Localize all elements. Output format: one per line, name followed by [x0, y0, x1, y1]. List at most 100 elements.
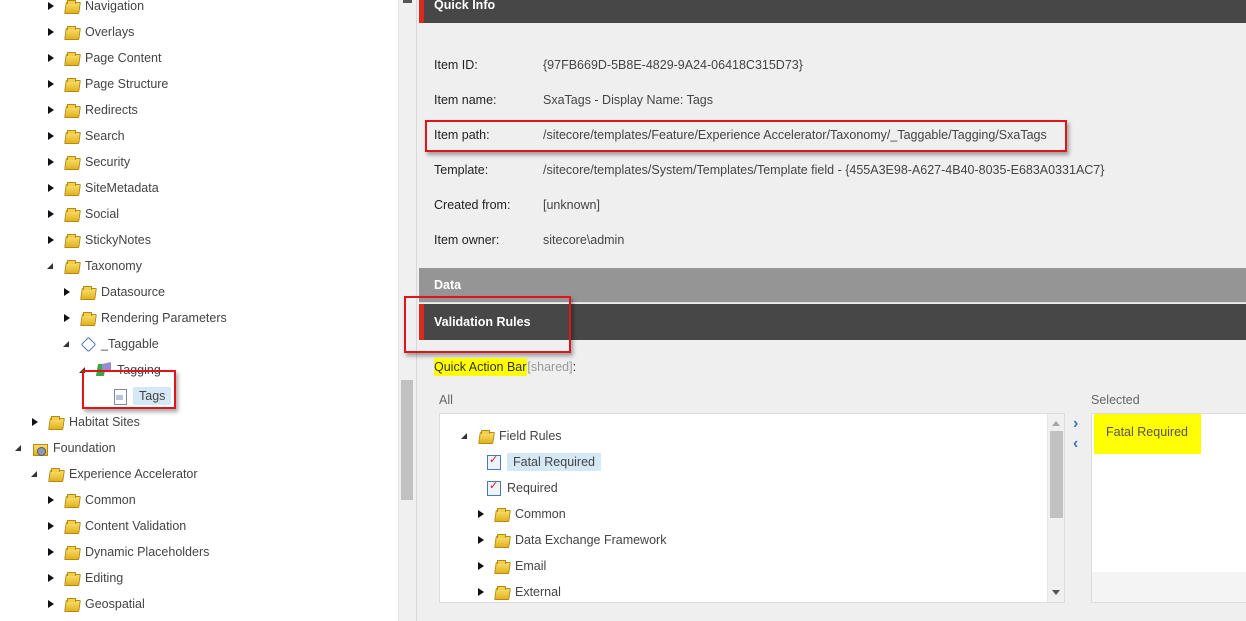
collapsed-arrow-icon[interactable]: [46, 105, 56, 115]
info-row-template: Template: /sitecore/templates/System/Tem…: [434, 161, 1104, 179]
collapsed-arrow-icon[interactable]: [46, 599, 56, 609]
expanded-arrow-icon[interactable]: [14, 443, 24, 453]
collapsed-arrow-icon[interactable]: [46, 53, 56, 63]
tree-node[interactable]: Security: [46, 152, 130, 172]
tree-node[interactable]: Social: [46, 204, 119, 224]
expanded-arrow-icon[interactable]: [78, 365, 88, 375]
scroll-up-arrow-icon[interactable]: [403, 0, 412, 3]
collapsed-arrow-icon[interactable]: [46, 573, 56, 583]
all-rules-treelist[interactable]: Field Rules Fatal Required Required Common D…: [439, 413, 1065, 603]
collapsed-arrow-icon[interactable]: [46, 131, 56, 141]
quick-info-section-header[interactable]: Quick Info: [419, 0, 1246, 23]
rule-label: Required: [507, 481, 558, 495]
tree-node[interactable]: Datasource: [62, 282, 165, 302]
collapsed-arrow-icon[interactable]: [30, 417, 40, 427]
tree-node[interactable]: Foundation: [14, 438, 116, 458]
tree-node[interactable]: Page Structure: [46, 74, 168, 94]
validation-rules-section-header[interactable]: Validation Rules: [419, 304, 1246, 340]
tree-node[interactable]: Navigation: [46, 0, 144, 16]
all-list-scrollbar[interactable]: [1047, 414, 1064, 602]
collapsed-arrow-icon[interactable]: [476, 561, 486, 571]
field-name: Quick Action Bar: [434, 358, 528, 376]
scrollbar-thumb[interactable]: [1050, 431, 1063, 518]
rule-tree-node[interactable]: Email: [476, 556, 546, 576]
collapsed-arrow-icon[interactable]: [46, 157, 56, 167]
tree-node[interactable]: Experience Accelerator: [30, 464, 198, 484]
rule-tree-node[interactable]: Field Rules: [460, 426, 562, 446]
collapsed-arrow-icon[interactable]: [46, 521, 56, 531]
folder-icon: [64, 207, 80, 221]
folder-icon: [64, 181, 80, 195]
collapsed-arrow-icon[interactable]: [46, 27, 56, 37]
tree-node[interactable]: _Taggable: [62, 334, 159, 354]
selected-item[interactable]: Fatal Required: [1094, 414, 1201, 454]
tree-node[interactable]: Dynamic Placeholders: [46, 542, 209, 562]
tree-node-label: Habitat Sites: [69, 415, 140, 429]
rule-tree-node[interactable]: Common: [476, 504, 566, 524]
validation-rules-title: Validation Rules: [434, 315, 531, 329]
tree-node[interactable]: Editing: [46, 568, 123, 588]
add-selected-button[interactable]: ›: [1073, 416, 1078, 432]
scroll-up-arrow-icon[interactable]: [1052, 421, 1060, 426]
data-section-header[interactable]: Data: [419, 268, 1246, 303]
folder-icon: [64, 519, 80, 533]
quick-info-title: Quick Info: [434, 0, 496, 12]
collapsed-arrow-icon[interactable]: [46, 1, 56, 11]
tree-node[interactable]: Redirects: [46, 100, 138, 120]
content-tree-scrollbar[interactable]: [398, 0, 416, 621]
collapsed-arrow-icon[interactable]: [46, 235, 56, 245]
tree-node-label: Overlays: [85, 25, 135, 39]
collapsed-arrow-icon[interactable]: [46, 547, 56, 557]
tree-node[interactable]: Tagging: [78, 360, 161, 380]
info-key: Item ID:: [434, 58, 478, 72]
rule-tree-node[interactable]: Required: [486, 478, 558, 498]
rule-tree-node[interactable]: Fatal Required: [486, 452, 601, 472]
tree-node[interactable]: Tags: [94, 386, 172, 406]
tree-node-label: Taxonomy: [85, 259, 142, 273]
collapsed-arrow-icon[interactable]: [476, 587, 486, 597]
tree-node-label: Rendering Parameters: [101, 311, 227, 325]
tree-node[interactable]: Habitat Sites: [30, 412, 140, 432]
tag-icon: [80, 337, 96, 351]
remove-selected-button[interactable]: ‹: [1073, 436, 1078, 452]
info-value-link[interactable]: /sitecore/templates/System/Templates/Tem…: [543, 163, 1104, 177]
rule-tree-node[interactable]: External: [476, 582, 561, 602]
tree-node[interactable]: Taxonomy: [46, 256, 142, 276]
expanded-arrow-icon[interactable]: [460, 431, 470, 441]
collapsed-arrow-icon[interactable]: [46, 209, 56, 219]
tree-node[interactable]: SiteMetadata: [46, 178, 159, 198]
collapsed-arrow-icon[interactable]: [46, 183, 56, 193]
scroll-down-arrow-icon[interactable]: [1052, 590, 1060, 595]
collapsed-arrow-icon[interactable]: [46, 79, 56, 89]
tree-node[interactable]: Overlays: [46, 22, 134, 42]
tree-node[interactable]: Content Validation: [46, 516, 186, 536]
collapsed-arrow-icon[interactable]: [46, 495, 56, 505]
tree-node[interactable]: Common: [46, 490, 136, 510]
selected-rules-list[interactable]: Fatal Required: [1091, 413, 1246, 603]
collapsed-arrow-icon[interactable]: [476, 535, 486, 545]
collapsed-arrow-icon[interactable]: [62, 287, 72, 297]
expanded-arrow-icon[interactable]: [46, 261, 56, 271]
tree-node[interactable]: StickyNotes: [46, 230, 151, 250]
folder-icon: [64, 597, 80, 611]
rule-tree-node[interactable]: Data Exchange Framework: [476, 530, 666, 550]
expanded-arrow-icon[interactable]: [62, 339, 72, 349]
tree-node[interactable]: Page Content: [46, 48, 161, 68]
collapsed-arrow-icon[interactable]: [62, 313, 72, 323]
info-value[interactable]: {97FB669D-5B8E-4829-9A24-06418C315D73}: [543, 58, 803, 72]
rule-label: External: [515, 585, 561, 599]
scrollbar-thumb[interactable]: [401, 380, 413, 500]
expanded-arrow-icon[interactable]: [30, 469, 40, 479]
settings-folder-icon: [32, 441, 48, 456]
folder-icon: [64, 129, 80, 143]
folder-icon: [64, 155, 80, 169]
chevron-left-icon: ‹: [1073, 435, 1079, 452]
selected-list-caption: Selected: [1091, 393, 1140, 407]
tree-node[interactable]: Rendering Parameters: [62, 308, 227, 328]
folder-icon: [494, 559, 510, 573]
tree-node-label: Social: [85, 207, 120, 221]
tree-node[interactable]: Geospatial: [46, 594, 145, 614]
tree-node[interactable]: Search: [46, 126, 125, 146]
info-value: sitecore\admin: [543, 233, 625, 247]
collapsed-arrow-icon[interactable]: [476, 509, 486, 519]
